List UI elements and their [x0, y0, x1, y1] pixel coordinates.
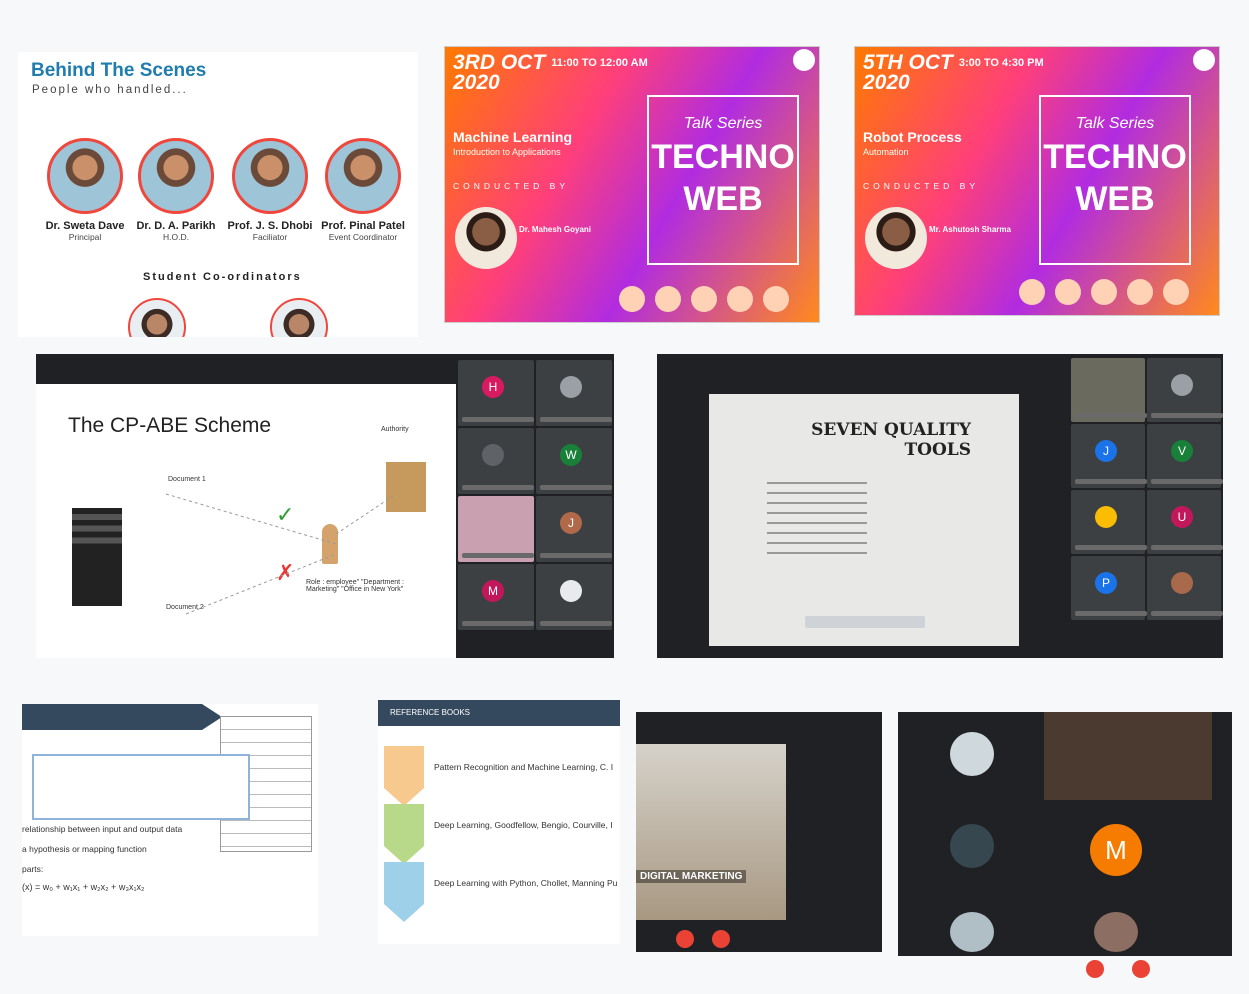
avatar [232, 138, 308, 214]
person-card: Prof. Pinal Patel Event Coordinator [318, 138, 408, 242]
event-poster-1: 3RD OCT 11:00 TO 12:00 AM 2020 Machine Lea… [444, 46, 820, 323]
poster-subtopic: Automation [863, 147, 909, 157]
ml-formula: (x) = w₀ + w₁x₁ + w₂x₂ + w₃x₁x₂ [22, 882, 145, 892]
ml-text: a hypothesis or mapping function [22, 844, 147, 854]
poster-subtopic: Introduction to Applications [453, 147, 561, 157]
student-avatar [128, 298, 186, 337]
participant-video-tile[interactable] [458, 496, 534, 562]
student-avatar [270, 298, 328, 337]
participant-avatar[interactable] [950, 824, 994, 868]
college-logo-icon [793, 49, 815, 71]
collage: Behind The Scenes People who handled... … [0, 0, 1249, 994]
participant-tile[interactable]: W [536, 428, 612, 494]
avatar [325, 138, 401, 214]
participant-avatar-m[interactable]: M [1090, 824, 1142, 876]
participant-tile[interactable]: H [458, 360, 534, 426]
arrow-icon [384, 804, 424, 864]
speaker-name: Mr. Ashutosh Sharma [929, 225, 1011, 234]
digital-marketing-banner: DIGITAL MARKETING [636, 870, 747, 883]
panel-title: Behind The Scenes [31, 60, 207, 81]
poster-topic: Robot Process [863, 129, 962, 145]
poster-date: 5TH OCT 3:00 TO 4:30 PM 2020 [863, 51, 1044, 95]
ml-slide-shot: relationship between input and output da… [22, 704, 318, 936]
participant-tile[interactable] [536, 360, 612, 426]
arrow-icon [384, 862, 424, 922]
participant-tile[interactable]: J [1071, 424, 1147, 488]
person-role: Faciliator [252, 232, 288, 242]
ml-text: relationship between input and output da… [22, 824, 183, 834]
speaker-avatar [865, 207, 927, 269]
participant-tile[interactable]: P [1071, 556, 1147, 620]
participant-video-tile[interactable] [1044, 712, 1212, 800]
poster-date: 3RD OCT 11:00 TO 12:00 AM 2020 [453, 51, 648, 95]
participant-avatar[interactable] [950, 912, 994, 952]
screen-share-bar[interactable] [805, 616, 925, 628]
participant-tile[interactable] [1147, 556, 1223, 620]
slide-bullet-list [767, 474, 867, 554]
participant-video-tile[interactable] [1071, 358, 1147, 422]
avatar [138, 138, 214, 214]
presenter-video [636, 744, 786, 920]
poster-topic: Machine Learning [453, 129, 573, 145]
meeting-screenshot-3: DIGITAL MARKETING [636, 712, 882, 952]
person-name: Prof. J. S. Dhobi [227, 220, 313, 232]
person-name: Dr. D. A. Parikh [136, 220, 216, 232]
slide-connectors [165, 493, 397, 615]
student-coordinators-heading: Student Co-ordinators [143, 271, 302, 283]
participant-avatar[interactable] [1094, 912, 1138, 952]
end-call-button[interactable] [1086, 960, 1104, 978]
speaker-name: Dr. Mahesh Goyani [519, 225, 592, 234]
participant-tile[interactable] [1071, 490, 1147, 554]
panel-subtitle: People who handled... [32, 84, 188, 96]
person-card: Dr. D. A. Parikh H.O.D. [131, 138, 221, 242]
participant-tile[interactable]: V [1147, 424, 1223, 488]
person-role: Principal [68, 232, 102, 242]
organizer-avatars [1019, 279, 1209, 309]
slide-header-bar [22, 704, 222, 730]
meeting-screenshot-4: M [898, 712, 1232, 956]
mic-off-button[interactable] [1132, 960, 1150, 978]
event-poster-2: 5TH OCT 3:00 TO 4:30 PM 2020 Robot Process… [854, 46, 1220, 316]
poster-conducted-by: CONDUCTED BY [453, 181, 570, 191]
slide-title: SEVEN QUALITY TOOLS [811, 420, 971, 460]
person-role: Event Coordinator [328, 232, 398, 242]
speaker-avatar [455, 207, 517, 269]
end-call-button[interactable] [676, 930, 694, 948]
code-window [32, 754, 250, 820]
behind-the-scenes-panel: Behind The Scenes People who handled... … [18, 52, 418, 337]
person-card: Dr. Sweta Dave Principal [40, 138, 130, 242]
techno-web-box: Talk Series TECHNO WEB [647, 95, 799, 265]
reference-books-shot: REFERENCE BOOKS Pattern Recognition and … [378, 700, 620, 944]
person-role: H.O.D. [163, 232, 189, 242]
presentation-slide: SEVEN QUALITY TOOLS [709, 394, 1019, 646]
presentation-slide: The CP-ABE Scheme Authority Document 1 D… [36, 384, 456, 658]
participant-tile[interactable] [536, 564, 612, 630]
reference-item: Deep Learning, Goodfellow, Bengio, Courv… [434, 820, 613, 830]
reference-item: Pattern Recognition and Machine Learning… [434, 762, 614, 772]
participant-tile[interactable]: U [1147, 490, 1223, 554]
participant-tile[interactable]: M [458, 564, 534, 630]
poster-conducted-by: CONDUCTED BY [863, 181, 980, 191]
ml-text: parts: [22, 864, 44, 874]
participant-tile[interactable] [1147, 358, 1223, 422]
organizer-avatars [619, 286, 809, 316]
mic-off-button[interactable] [712, 930, 730, 948]
arrow-icon [384, 746, 424, 806]
meeting-screenshot-2: SEVEN QUALITY TOOLS J V U P [657, 354, 1223, 658]
person-card: Prof. J. S. Dhobi Faciliator [225, 138, 315, 242]
person-name: Prof. Pinal Patel [321, 220, 405, 232]
meeting-screenshot-1: The CP-ABE Scheme Authority Document 1 D… [36, 354, 614, 658]
avatar [47, 138, 123, 214]
participant-avatar[interactable] [950, 732, 994, 776]
reference-header: REFERENCE BOOKS [378, 700, 620, 726]
reference-item: Deep Learning with Python, Chollet, Mann… [434, 878, 618, 888]
techno-web-box: Talk Series TECHNO WEB [1039, 95, 1191, 265]
participant-tile[interactable] [458, 428, 534, 494]
person-name: Dr. Sweta Dave [45, 220, 125, 232]
participant-tile[interactable]: J [536, 496, 612, 562]
college-logo-icon [1193, 49, 1215, 71]
